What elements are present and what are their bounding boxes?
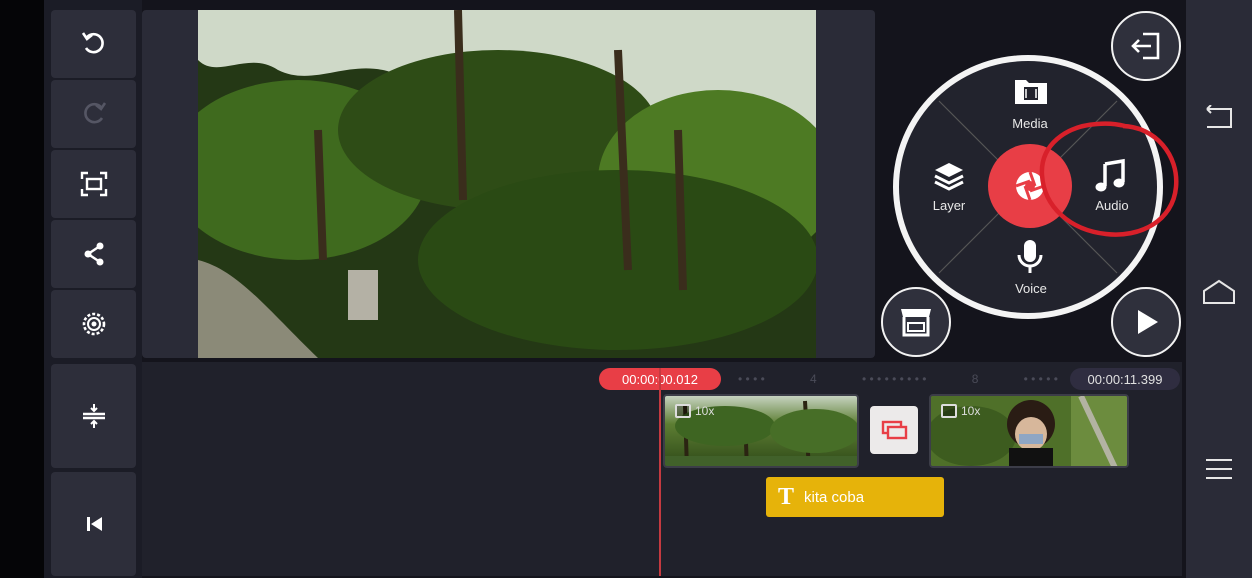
video-clip[interactable]: 10x [663,394,859,468]
share-button[interactable] [51,220,136,288]
text-layer-label: kita coba [804,488,865,506]
undo-icon [81,32,104,54]
gear-icon [82,312,105,336]
ruler-mark-8: 8 [971,372,979,386]
play-icon [1138,310,1158,334]
asset-store-button[interactable] [881,287,951,357]
annotation-circle [1039,121,1179,237]
film-icon [675,404,691,418]
playhead[interactable] [659,368,661,576]
skip-start-icon [86,517,102,531]
back-icon[interactable] [1203,104,1237,131]
video-preview[interactable] [198,10,816,358]
skip-to-start-button[interactable] [51,472,136,576]
split-height-icon [82,404,105,428]
aspect-ratio-button[interactable] [51,150,136,218]
film-icon [941,404,957,418]
menu-icon[interactable] [1205,458,1233,480]
preview-frame-image [198,10,816,358]
screen-edge [0,0,44,578]
video-clip[interactable]: 10x [929,394,1129,468]
home-icon[interactable] [1201,278,1237,306]
settings-button[interactable] [51,290,136,358]
redo-button[interactable] [51,80,136,148]
play-button[interactable] [1111,287,1181,357]
voice-label[interactable]: Voice [991,281,1071,296]
clip-speed-badge: 10x [675,404,714,418]
text-layer-icon: T [778,483,795,510]
share-icon [84,242,103,266]
exit-icon [1131,32,1160,60]
timeline-ruler: • • • • 4 • • • • • • • • • 8 • • • • • [738,372,1058,386]
layer-label[interactable]: Layer [909,198,989,213]
redo-icon [83,102,106,124]
layer-icon [932,160,966,194]
fullscreen-icon [80,171,107,197]
microphone-icon [1014,238,1046,276]
undo-button[interactable] [51,10,136,78]
transition-button[interactable] [870,406,918,454]
ruler-mark-4: 4 [810,372,817,386]
media-icon [1012,76,1050,106]
text-layer-clip[interactable]: T kita coba [766,477,944,517]
expand-timeline-button[interactable] [51,364,136,468]
transition-icon [881,420,908,440]
clip-speed-badge: 10x [941,404,980,418]
total-duration: 00:00:11.399 [1070,368,1180,390]
store-icon [901,309,931,337]
